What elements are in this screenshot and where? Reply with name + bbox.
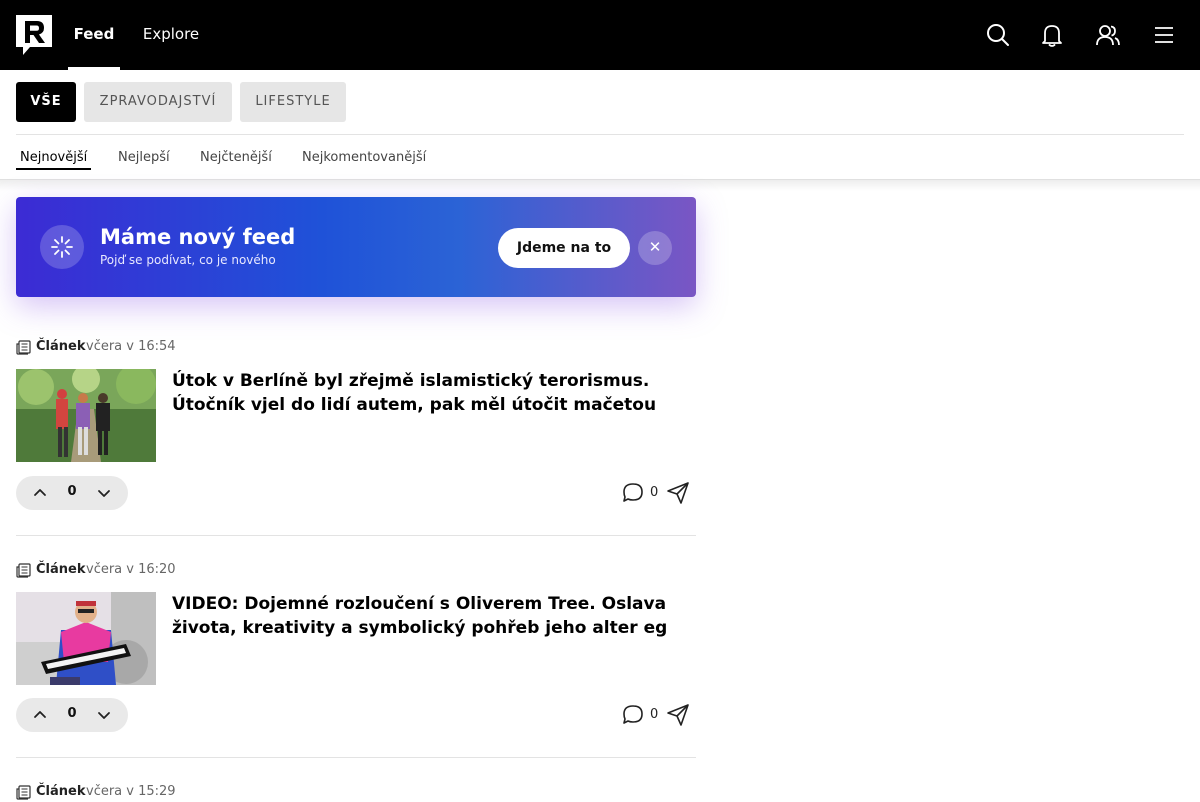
category-news[interactable]: ZPRAVODAJSTVÍ (84, 82, 232, 122)
divider (0, 179, 1200, 180)
banner-cta-button[interactable]: Jdeme na to (498, 228, 630, 268)
new-feed-banner: Máme nový feed Pojď se podívat, co je no… (16, 197, 696, 297)
sort-best[interactable]: Nejlepší (118, 150, 170, 165)
banner-subtitle: Pojď se podívat, co je nového (100, 253, 276, 267)
divider (16, 535, 696, 536)
upvote-icon[interactable] (31, 706, 49, 724)
downvote-icon[interactable] (95, 484, 113, 502)
item-timestamp: včera v 15:29 (86, 784, 176, 799)
bell-icon[interactable] (1039, 22, 1065, 48)
item-timestamp: včera v 16:20 (86, 562, 176, 577)
item-type-label: Článek (36, 562, 86, 577)
share-icon[interactable] (666, 703, 690, 727)
vote-control: 0 (16, 476, 128, 510)
sort-most-commented[interactable]: Nejkomentovanější (302, 150, 426, 165)
article-thumbnail[interactable] (16, 369, 156, 462)
top-navigation-bar: Feed Explore (0, 0, 1200, 70)
sort-newest[interactable]: Nejnovější (16, 150, 92, 170)
article-icon (16, 563, 31, 578)
vote-count: 0 (67, 484, 77, 499)
logo-icon[interactable] (16, 15, 52, 55)
item-timestamp: včera v 16:54 (86, 339, 176, 354)
tab-explore[interactable]: Explore (140, 0, 202, 70)
menu-icon[interactable] (1151, 22, 1177, 48)
comments-button[interactable]: 0 (622, 704, 662, 726)
vote-count: 0 (67, 706, 77, 721)
search-icon[interactable] (985, 22, 1011, 48)
article-title[interactable]: VIDEO: Dojemné rozloučení s Oliverem Tre… (172, 592, 692, 640)
close-icon[interactable]: ✕ (638, 231, 672, 265)
users-icon[interactable] (1095, 22, 1121, 48)
article-icon (16, 340, 31, 355)
downvote-icon[interactable] (95, 706, 113, 724)
comment-icon (623, 705, 643, 724)
loading-spinner-icon (40, 225, 84, 269)
item-type-label: Článek (36, 784, 86, 799)
banner-title: Máme nový feed (100, 225, 296, 249)
article-icon (16, 785, 31, 800)
comments-button[interactable]: 0 (622, 482, 662, 504)
vote-control: 0 (16, 698, 128, 732)
divider (16, 134, 1184, 135)
article-title[interactable]: Útok v Berlíně byl zřejmě islamistický t… (172, 369, 692, 417)
divider (16, 757, 696, 758)
category-lifestyle[interactable]: LIFESTYLE (240, 82, 346, 122)
header-shadow (0, 179, 1200, 191)
comment-icon (623, 483, 643, 502)
article-thumbnail[interactable] (16, 592, 156, 685)
item-type-label: Článek (36, 339, 86, 354)
sort-most-read[interactable]: Nejčtenější (200, 150, 272, 165)
share-icon[interactable] (666, 481, 690, 505)
category-all[interactable]: VŠE (16, 82, 76, 122)
tab-feed[interactable]: Feed (68, 0, 120, 70)
comment-count: 0 (650, 707, 659, 722)
upvote-icon[interactable] (31, 484, 49, 502)
comment-count: 0 (650, 485, 659, 500)
